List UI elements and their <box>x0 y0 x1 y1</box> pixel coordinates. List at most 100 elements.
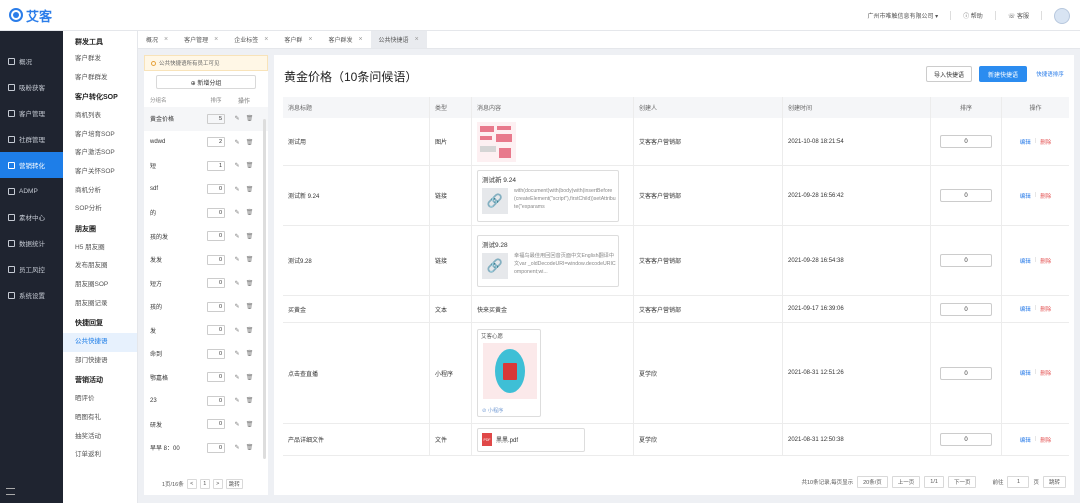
submenu-item[interactable]: 客户激活SOP <box>63 144 137 163</box>
trash-icon[interactable]: 🗑 <box>246 256 254 263</box>
order-input[interactable]: 0 <box>207 231 225 242</box>
avatar[interactable] <box>1054 7 1070 24</box>
tab-quick-replies[interactable]: 公共快捷语 × <box>370 31 427 48</box>
order-input[interactable]: 0 <box>207 301 225 312</box>
submenu-item[interactable]: 订单返利 <box>63 446 137 465</box>
close-icon[interactable]: × <box>214 36 218 43</box>
list-item[interactable]: sdf 0 ✎ 🗑 <box>144 178 268 202</box>
goto-page-input[interactable]: 1 <box>1007 476 1030 488</box>
delete-link[interactable]: 删除 <box>1040 436 1051 444</box>
edit-icon[interactable]: ✎ <box>235 397 240 404</box>
edit-link[interactable]: 编辑 <box>1020 436 1031 444</box>
image-thumbnail[interactable] <box>477 121 516 162</box>
trash-icon[interactable]: 🗑 <box>246 139 254 146</box>
trash-icon[interactable]: 🗑 <box>246 350 254 357</box>
edit-icon[interactable]: ✎ <box>235 256 240 263</box>
trash-icon[interactable]: 🗑 <box>246 303 254 310</box>
add-group-button[interactable]: ⊕ 新增分组 <box>156 75 256 89</box>
submenu-item-active[interactable]: 公共快捷语 <box>63 333 137 352</box>
list-item[interactable]: 发 0 ✎ 🗑 <box>144 319 268 343</box>
trash-icon[interactable]: 🗑 <box>246 374 254 381</box>
edit-icon[interactable]: ✎ <box>235 186 240 193</box>
submenu-item[interactable]: 客户关怀SOP <box>63 163 137 182</box>
page-number-input[interactable]: 1 <box>199 479 210 489</box>
prev-page-button[interactable]: 上一页 <box>891 476 921 488</box>
trash-icon[interactable]: 🗑 <box>246 421 254 428</box>
list-item[interactable]: 孩的 0 ✎ 🗑 <box>144 295 268 319</box>
list-item[interactable]: 短方 0 ✎ 🗑 <box>144 272 268 296</box>
order-input[interactable]: 0 <box>207 419 225 430</box>
file-card[interactable]: PDF 黑黑.pdf <box>477 427 585 452</box>
order-input[interactable]: 0 <box>940 302 992 316</box>
edit-icon[interactable]: ✎ <box>235 280 240 287</box>
link-card[interactable]: 测试新 9.24 🔗 with(document)with(body)with(… <box>477 169 619 222</box>
order-input[interactable]: 0 <box>207 372 225 383</box>
submenu-item[interactable]: 抽奖活动 <box>63 428 137 447</box>
edit-icon[interactable]: ✎ <box>235 374 240 381</box>
list-item[interactable]: wdwd 2 ✎ 🗑 <box>144 131 268 155</box>
sidebar-item-marketing[interactable]: 营销转化 <box>0 152 63 178</box>
next-page-button[interactable]: > <box>212 479 223 489</box>
order-input[interactable]: 0 <box>940 189 992 202</box>
order-input[interactable]: 0 <box>207 348 225 359</box>
trash-icon[interactable]: 🗑 <box>246 233 254 240</box>
sidebar-item-admp[interactable]: ADMP <box>0 178 63 204</box>
trash-icon[interactable]: 🗑 <box>246 186 254 193</box>
edit-icon[interactable]: ✎ <box>235 233 240 240</box>
edit-link[interactable]: 编辑 <box>1020 369 1031 377</box>
tab-tags[interactable]: 企业标签 × <box>226 31 276 48</box>
edit-icon[interactable]: ✎ <box>235 421 240 428</box>
order-input[interactable]: 2 <box>207 137 225 148</box>
list-item[interactable]: 黄金价格 5 ✎ 🗑 <box>144 107 268 131</box>
edit-icon[interactable]: ✎ <box>235 444 240 451</box>
list-item[interactable]: 早早 8：00 0 ✎ 🗑 <box>144 436 268 460</box>
tab-customers[interactable]: 客户管理 × <box>176 31 226 48</box>
order-input[interactable]: 0 <box>207 278 225 289</box>
close-icon[interactable]: × <box>308 36 312 43</box>
edit-link[interactable]: 编辑 <box>1020 305 1031 313</box>
edit-icon[interactable]: ✎ <box>235 139 240 146</box>
submenu-item[interactable]: 晒评价 <box>63 390 137 409</box>
service-link[interactable]: ☏ 客服 <box>1008 11 1029 20</box>
edit-icon[interactable]: ✎ <box>235 162 240 169</box>
help-link[interactable]: ⓘ 帮助 <box>963 11 983 20</box>
order-input[interactable]: 0 <box>940 135 992 148</box>
submenu-item[interactable]: 商机分析 <box>63 182 137 201</box>
submenu-item[interactable]: H5 朋友圈 <box>63 239 137 258</box>
sidebar-item-materials[interactable]: 素材中心 <box>0 204 63 230</box>
submenu-item[interactable]: 朋友圈SOP <box>63 276 137 295</box>
close-icon[interactable]: × <box>264 36 268 43</box>
order-input[interactable]: 5 <box>207 113 225 124</box>
tab-broadcast[interactable]: 客户群发 × <box>320 31 370 48</box>
delete-link[interactable]: 删除 <box>1040 369 1051 377</box>
list-item[interactable]: 的 0 ✎ 🗑 <box>144 201 268 225</box>
jump-button[interactable]: 跳转 <box>225 479 243 489</box>
edit-icon[interactable]: ✎ <box>235 209 240 216</box>
menu-toggle-icon[interactable] <box>6 488 15 495</box>
import-button[interactable]: 导入快捷语 <box>926 66 972 82</box>
order-input[interactable]: 0 <box>207 325 225 336</box>
edit-icon[interactable]: ✎ <box>235 327 240 334</box>
trash-icon[interactable]: 🗑 <box>246 280 254 287</box>
order-input[interactable]: 0 <box>207 184 225 195</box>
edit-icon[interactable]: ✎ <box>235 350 240 357</box>
submenu-item[interactable]: 部门快捷语 <box>63 352 137 371</box>
sidebar-item-stats[interactable]: 数据统计 <box>0 230 63 256</box>
trash-icon[interactable]: 🗑 <box>246 444 254 451</box>
new-quick-reply-button[interactable]: 新建快捷语 <box>979 66 1027 82</box>
submenu-item[interactable]: SOP分析 <box>63 200 137 219</box>
logo[interactable]: 艾客 <box>9 6 52 25</box>
order-input[interactable]: 0 <box>940 254 992 267</box>
scrollbar[interactable] <box>263 119 266 459</box>
delete-link[interactable]: 删除 <box>1040 138 1051 146</box>
sidebar-item-acquisition[interactable]: 吸粉获客 <box>0 74 63 100</box>
order-input[interactable]: 0 <box>207 442 225 453</box>
tab-overview[interactable]: 概况 × <box>138 31 176 48</box>
edit-icon[interactable]: ✎ <box>235 303 240 310</box>
sidebar-item-overview[interactable]: 概况 <box>0 48 63 74</box>
order-input[interactable]: 0 <box>207 395 225 406</box>
list-item[interactable]: 发发 0 ✎ 🗑 <box>144 248 268 272</box>
prev-page-button[interactable]: < <box>186 479 197 489</box>
close-icon[interactable]: × <box>415 36 419 43</box>
link-card[interactable]: 测试9.28 🔗 幸福鸟最佳用回回音页面中文English翻译中文var _ol… <box>477 234 619 287</box>
